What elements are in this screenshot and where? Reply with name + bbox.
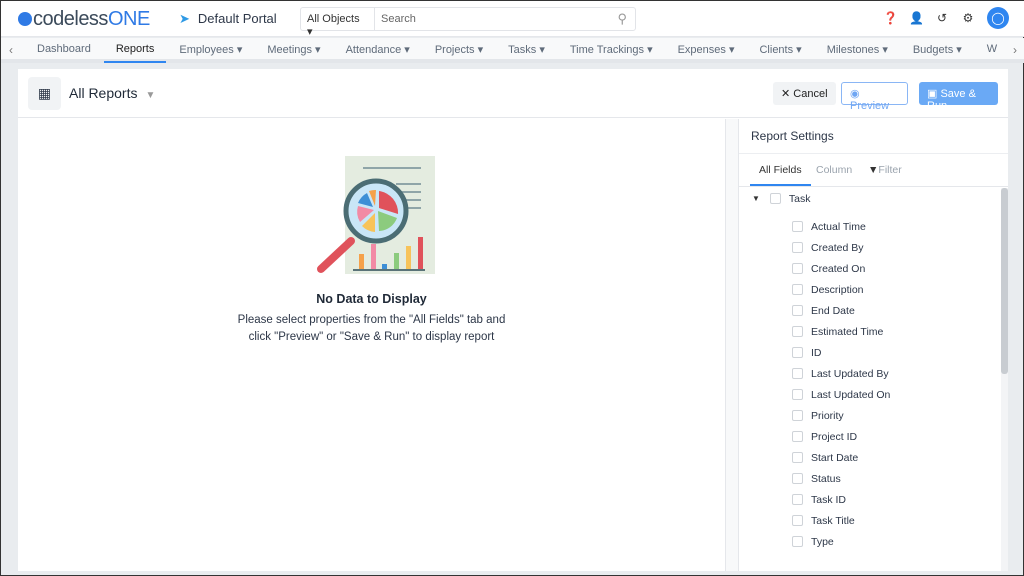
field-checkbox[interactable]	[792, 536, 803, 547]
nav-item[interactable]: Projects ▾	[435, 38, 483, 63]
field-checkbox[interactable]	[792, 284, 803, 295]
field-checkbox[interactable]	[792, 368, 803, 379]
field-checkbox[interactable]	[792, 494, 803, 505]
field-item[interactable]: Project ID	[739, 426, 1001, 447]
user-avatar-icon[interactable]: ◯	[987, 7, 1009, 29]
chevron-down-icon: ▾	[233, 44, 243, 56]
tab-all-fields[interactable]: All Fields	[750, 164, 811, 186]
global-search: All Objects ▾ Search ⚲	[300, 7, 636, 38]
chevron-down-icon: ▾	[536, 44, 545, 56]
portal-selector[interactable]: ➤ Default Portal	[179, 11, 277, 27]
help-icon[interactable]: ❓	[883, 11, 898, 25]
field-item[interactable]: Created By	[739, 237, 1001, 258]
field-item[interactable]: Actual Time	[739, 216, 1001, 237]
field-item[interactable]: ID	[739, 342, 1001, 363]
field-checkbox[interactable]	[792, 305, 803, 316]
report-icon: ▦	[28, 77, 61, 110]
report-preview-area: No Data to Display Please select propert…	[18, 119, 725, 571]
field-checkbox[interactable]	[792, 452, 803, 463]
field-item[interactable]: Created On	[739, 258, 1001, 279]
nav-item[interactable]: W	[987, 38, 997, 63]
close-icon: ✕	[781, 88, 791, 100]
collapse-caret-icon[interactable]: ▼	[752, 194, 760, 203]
field-checkbox[interactable]	[792, 326, 803, 337]
chevron-down-icon: ▾	[644, 44, 653, 56]
field-checkbox[interactable]	[792, 347, 803, 358]
nav-item[interactable]: Budgets ▾	[913, 38, 962, 63]
field-item[interactable]: Task ID	[739, 489, 1001, 510]
logo[interactable]: codelessONE	[18, 8, 150, 31]
chevron-down-icon: ▾	[474, 44, 484, 56]
paper-plane-icon: ➤	[179, 11, 190, 26]
search-input[interactable]: Search	[375, 8, 635, 30]
nav-item[interactable]: Attendance ▾	[346, 38, 410, 63]
main-nav: ‹ Dashboard Reports Employees ▾ Meetings ▾ A…	[1, 38, 1024, 63]
nav-item[interactable]: Reports	[103, 38, 167, 63]
filter-icon: ▼	[868, 164, 879, 176]
nav-left-arrow-icon[interactable]: ‹	[9, 43, 13, 57]
field-item[interactable]: End Date	[739, 300, 1001, 321]
field-item[interactable]: Status	[739, 468, 1001, 489]
nav-item[interactable]: Dashboard	[37, 38, 91, 63]
empty-state-title: No Data to Display	[316, 292, 427, 306]
field-item[interactable]: Start Date	[739, 447, 1001, 468]
nav-item[interactable]: Tasks ▾	[508, 38, 545, 63]
tab-filter[interactable]: ▼Filter	[868, 164, 902, 176]
search-icon[interactable]: ⚲	[617, 11, 627, 27]
field-checkbox[interactable]	[792, 263, 803, 274]
report-illustration	[317, 156, 435, 274]
field-checkbox[interactable]	[792, 410, 803, 421]
gear-icon[interactable]: ⚙	[961, 11, 975, 25]
add-user-icon[interactable]: 👤	[909, 11, 924, 25]
field-item[interactable]: Priority	[739, 405, 1001, 426]
field-checkbox[interactable]	[792, 242, 803, 253]
field-item[interactable]: Task Title	[739, 510, 1001, 531]
report-title-dropdown[interactable]: All Reports ▼	[69, 85, 155, 101]
chevron-down-icon: ▾	[312, 44, 321, 56]
preview-scrollbar[interactable]	[725, 119, 739, 571]
field-item[interactable]: Type	[739, 531, 1001, 552]
task-group-checkbox[interactable]	[769, 193, 781, 204]
chevron-down-icon: ▾	[401, 44, 410, 56]
nav-item[interactable]: Time Trackings ▾	[570, 38, 653, 63]
nav-item[interactable]: Expenses ▾	[678, 38, 735, 63]
object-scope-dropdown[interactable]: All Objects ▾	[301, 8, 375, 38]
top-bar: codelessONE ➤ Default Portal All Objects …	[1, 1, 1024, 38]
chevron-down-icon: ▾	[793, 44, 802, 56]
report-builder: ▦ All Reports ▼ ✕ Cancel ◉ Preview ▣ Save…	[18, 69, 1008, 571]
nav-item[interactable]: Clients ▾	[759, 38, 801, 63]
empty-state-message: Please select properties from the "All F…	[237, 314, 506, 343]
history-icon[interactable]: ↺	[935, 11, 949, 25]
nav-right-arrow-icon[interactable]: ›	[1013, 43, 1017, 57]
field-item[interactable]: Estimated Time	[739, 321, 1001, 342]
field-checkbox[interactable]	[792, 515, 803, 526]
save-icon: ▣	[927, 88, 938, 100]
field-checkbox[interactable]	[792, 389, 803, 400]
field-checkbox[interactable]	[792, 473, 803, 484]
fields-scrollbar-thumb[interactable]	[1001, 188, 1008, 374]
group-label: Task	[788, 192, 811, 205]
chevron-down-icon: ▾	[879, 44, 888, 56]
field-item[interactable]: Last Updated By	[739, 363, 1001, 384]
field-checkbox[interactable]	[792, 431, 803, 442]
field-checkbox[interactable]	[792, 221, 803, 232]
tab-column[interactable]: Column	[816, 164, 852, 176]
report-settings-title: Report Settings	[739, 119, 1008, 154]
save-run-button[interactable]: ▣ Save & Run	[919, 82, 998, 112]
chevron-down-icon: ▾	[725, 44, 735, 56]
cancel-button[interactable]: ✕ Cancel	[773, 82, 836, 105]
caret-down-icon: ▼	[145, 90, 156, 101]
nav-item[interactable]: Milestones ▾	[827, 38, 888, 63]
preview-button[interactable]: ◉ Preview	[841, 82, 908, 112]
eye-icon: ◉	[850, 88, 860, 100]
field-item[interactable]: Last Updated On	[739, 384, 1001, 405]
nav-item[interactable]: Employees ▾	[179, 38, 242, 63]
field-item[interactable]: Description	[739, 279, 1001, 300]
report-settings-panel: Report Settings All Fields Column ▼Filte…	[739, 119, 1008, 571]
chevron-down-icon: ▾	[953, 44, 962, 56]
nav-item[interactable]: Meetings ▾	[267, 38, 320, 63]
